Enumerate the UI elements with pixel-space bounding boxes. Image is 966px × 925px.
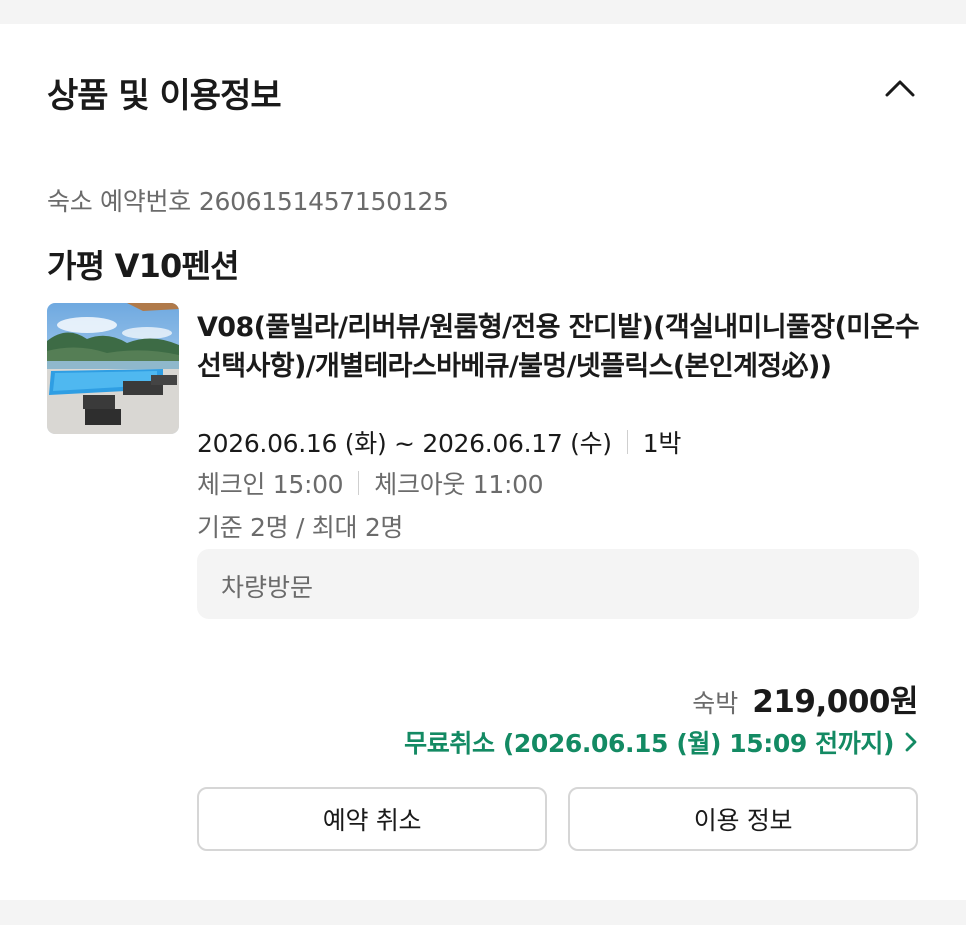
chevron-right-icon xyxy=(904,731,918,753)
room-thumbnail[interactable] xyxy=(47,303,179,434)
cancellation-policy-text: 무료취소 (2026.06.15 (월) 15:09 전까지) xyxy=(404,729,894,758)
checkin-checkout-row: 체크인 15:00 체크아웃 11:00 xyxy=(197,465,544,501)
free-cancellation-link[interactable]: 무료취소 (2026.06.15 (월) 15:09 전까지) xyxy=(404,724,918,760)
price-label: 숙박 xyxy=(692,689,739,718)
checkin-time: 체크인 15:00 xyxy=(197,470,344,499)
usage-info-button[interactable]: 이용 정보 xyxy=(568,787,918,851)
capacity-info: 기준 2명 / 최대 2명 xyxy=(197,513,404,542)
section-header[interactable]: 상품 및 이용정보 xyxy=(0,24,966,154)
reservation-number-row: 숙소 예약번호 2606151457150125 xyxy=(47,182,449,218)
room-title: V08(풀빌라/리버뷰/원룸형/전용 잔디밭)(객실내미니풀장(미온수선택사항)… xyxy=(197,312,920,382)
stay-dates: 2026.06.16 (화) ~ 2026.06.17 (수) xyxy=(197,429,612,458)
nights-count: 1박 xyxy=(642,429,682,458)
reservation-number: 2606151457150125 xyxy=(198,187,449,216)
checkout-time: 체크아웃 11:00 xyxy=(374,470,544,499)
section-title: 상품 및 이용정보 xyxy=(47,76,282,116)
collapse-button[interactable] xyxy=(876,66,924,114)
visit-method-box: 차량방문 xyxy=(197,549,919,619)
price-value: 219,000원 xyxy=(752,684,918,720)
chevron-up-icon xyxy=(884,78,916,102)
reservation-number-label: 숙소 예약번호 xyxy=(47,187,191,216)
price-row: 숙박 219,000원 xyxy=(692,676,918,721)
divider xyxy=(358,471,360,495)
property-name: 가평 V10펜션 xyxy=(47,247,240,285)
divider xyxy=(626,430,628,454)
stay-dates-row: 2026.06.16 (화) ~ 2026.06.17 (수) 1박 xyxy=(197,424,681,460)
cancel-reservation-button[interactable]: 예약 취소 xyxy=(197,787,547,851)
visit-method: 차량방문 xyxy=(221,573,314,602)
product-usage-card: 상품 및 이용정보 숙소 예약번호 2606151457150125 가평 V10… xyxy=(0,24,966,900)
